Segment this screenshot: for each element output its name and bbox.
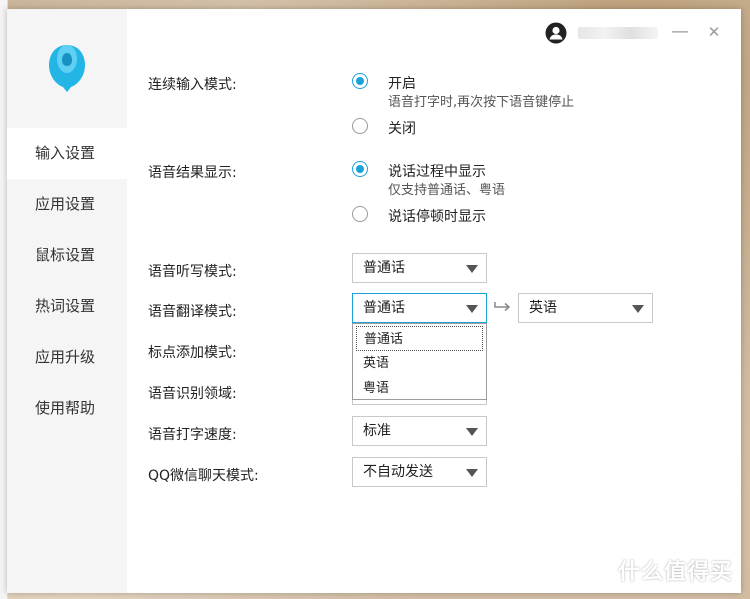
watermark-text: 什么值得买 <box>618 560 734 585</box>
translate-arrow-icon <box>494 302 511 312</box>
typing-speed-label: 语音打字速度: <box>148 427 237 443</box>
app-logo-icon <box>49 45 85 92</box>
sidebar-item-help[interactable]: 使用帮助 <box>7 383 127 434</box>
watermark-badge-icon: 值 <box>584 556 612 584</box>
continuous-input-off-radio[interactable] <box>352 118 368 134</box>
watermark: 值 什么值得买 <box>584 553 733 587</box>
sidebar-item-app-upgrade[interactable]: 应用升级 <box>7 332 127 383</box>
sidebar-item-app-settings[interactable]: 应用设置 <box>7 179 127 230</box>
translate-target-value: 英语 <box>529 300 557 316</box>
chevron-down-icon <box>466 469 478 477</box>
dictation-mode-label: 语音听写模式: <box>148 264 237 280</box>
continuous-input-on-label: 开启 <box>388 76 416 92</box>
dropdown-option-cantonese[interactable]: 粤语 <box>353 376 486 401</box>
chevron-down-icon <box>632 305 644 313</box>
translate-mode-label: 语音翻译模式: <box>148 304 237 320</box>
translate-source-dropdown: 普通话 英语 粤语 <box>352 323 487 400</box>
result-display-label: 语音结果显示: <box>148 165 237 181</box>
typing-speed-value: 标准 <box>363 423 391 439</box>
result-display-pause-label: 说话停顿时显示 <box>388 209 486 225</box>
close-button[interactable]: ✕ <box>705 23 723 41</box>
continuous-input-label: 连续输入模式: <box>148 77 237 93</box>
sidebar-item-input-settings[interactable]: 输入设置 <box>7 128 127 179</box>
chevron-down-icon <box>466 305 478 313</box>
dictation-mode-select[interactable]: 普通话 <box>352 253 487 283</box>
continuous-input-on-hint: 语音打字时,再次按下语音键停止 <box>388 95 575 110</box>
result-display-during-label: 说话过程中显示 <box>388 164 486 180</box>
continuous-input-off-label: 关闭 <box>388 121 416 137</box>
continuous-input-on-radio[interactable] <box>352 73 368 89</box>
dictation-mode-value: 普通话 <box>363 260 405 276</box>
user-avatar-icon[interactable] <box>545 22 567 44</box>
qq-wechat-mode-value: 不自动发送 <box>363 464 433 480</box>
translate-source-value: 普通话 <box>363 300 405 316</box>
minimize-button[interactable]: — <box>671 23 689 41</box>
sidebar-item-hotword-settings[interactable]: 热词设置 <box>7 281 127 332</box>
translate-source-select[interactable]: 普通话 <box>352 293 487 323</box>
chevron-down-icon <box>466 265 478 273</box>
settings-window: 输入设置 应用设置 鼠标设置 热词设置 应用升级 使用帮助 — ✕ 连续输入模式… <box>7 9 741 593</box>
sidebar-item-mouse-settings[interactable]: 鼠标设置 <box>7 230 127 281</box>
result-display-during-radio[interactable] <box>352 161 368 177</box>
sidebar: 输入设置 应用设置 鼠标设置 热词设置 应用升级 使用帮助 <box>7 9 127 593</box>
recognition-domain-label: 语音识别领域: <box>148 386 237 402</box>
typing-speed-select[interactable]: 标准 <box>352 416 487 446</box>
chevron-down-icon <box>466 428 478 436</box>
translate-target-select[interactable]: 英语 <box>518 293 653 323</box>
dropdown-option-putonghua[interactable]: 普通话 <box>356 326 483 351</box>
qq-wechat-mode-select[interactable]: 不自动发送 <box>352 457 487 487</box>
result-display-during-hint: 仅支持普通话、粤语 <box>388 183 506 198</box>
username-blurred <box>578 27 658 39</box>
punctuation-mode-label: 标点添加模式: <box>148 345 237 361</box>
dropdown-option-english[interactable]: 英语 <box>353 351 486 376</box>
qq-wechat-mode-label: QQ微信聊天模式: <box>148 468 259 484</box>
result-display-pause-radio[interactable] <box>352 206 368 222</box>
